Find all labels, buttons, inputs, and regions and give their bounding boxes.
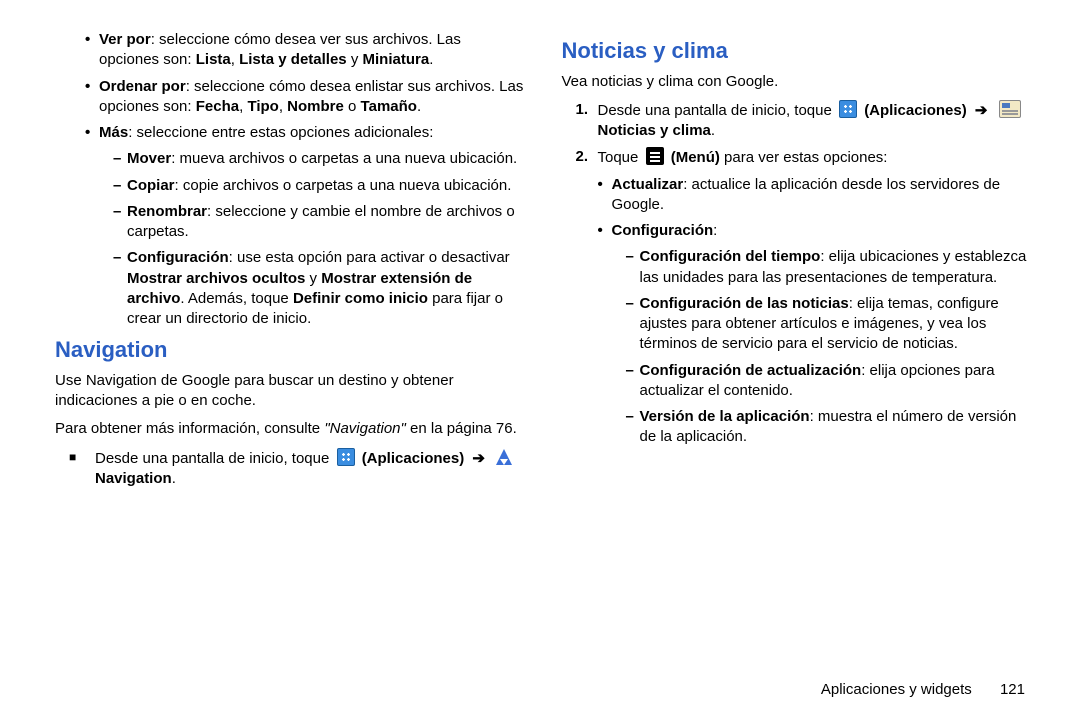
step-number: 1. bbox=[576, 100, 589, 120]
list-item: Renombrar: seleccione y cambie el nombre… bbox=[113, 202, 524, 243]
navigation-heading: Navigation bbox=[55, 335, 524, 365]
list-item: Actualizar: actualice la aplicación desd… bbox=[598, 175, 1031, 216]
arrow-icon: ➔ bbox=[472, 449, 485, 469]
left-column: Ver por: seleccione cómo desea ver sus a… bbox=[55, 30, 524, 700]
noticias-intro: Vea noticias y clima con Google. bbox=[562, 72, 1031, 92]
mas-sublist: Mover: mueva archivos o carpetas a una n… bbox=[99, 149, 524, 329]
step-number: 2. bbox=[576, 147, 589, 167]
list-item: Configuración: use esta opción para acti… bbox=[113, 248, 524, 329]
right-column: Noticias y clima Vea noticias y clima co… bbox=[562, 30, 1031, 700]
manual-page: Ver por: seleccione cómo desea ver sus a… bbox=[0, 0, 1080, 720]
list-item: Versión de la aplicación: muestra el núm… bbox=[626, 407, 1031, 448]
navigation-desc: Use Navigation de Google para buscar un … bbox=[55, 371, 524, 412]
list-item: Mover: mueva archivos o carpetas a una n… bbox=[113, 149, 524, 169]
option-label: Ordenar por bbox=[99, 78, 186, 95]
navigation-steps: Desde una pantalla de inicio, toque (Apl… bbox=[55, 448, 524, 490]
news-weather-icon bbox=[999, 100, 1021, 118]
option-label: Más bbox=[99, 124, 128, 141]
navigation-icon bbox=[496, 449, 512, 465]
list-item: Ver por: seleccione cómo desea ver sus a… bbox=[85, 30, 524, 71]
noticias-steps: 1. Desde una pantalla de inicio, toque (… bbox=[562, 100, 1031, 448]
apps-icon bbox=[839, 100, 857, 118]
arrow-icon: ➔ bbox=[975, 101, 988, 121]
navigation-ref: Para obtener más información, consulte "… bbox=[55, 419, 524, 439]
list-item: Desde una pantalla de inicio, toque (Apl… bbox=[69, 448, 524, 490]
list-item: Configuración del tiempo: elija ubicacio… bbox=[626, 247, 1031, 288]
options-list: Ver por: seleccione cómo desea ver sus a… bbox=[55, 30, 524, 329]
menu-icon bbox=[646, 147, 664, 165]
list-item: 2. Toque (Menú) para ver estas opciones:… bbox=[576, 147, 1031, 447]
config-sublist: Configuración del tiempo: elija ubicacio… bbox=[612, 247, 1031, 447]
menu-options: Actualizar: actualice la aplicación desd… bbox=[598, 175, 1031, 448]
list-item: Configuración de actualización: elija op… bbox=[626, 361, 1031, 402]
list-item: Ordenar por: seleccione cómo desea enlis… bbox=[85, 77, 524, 118]
page-number: 121 bbox=[1000, 681, 1025, 698]
list-item: 1. Desde una pantalla de inicio, toque (… bbox=[576, 100, 1031, 142]
list-item: Configuración de las noticias: elija tem… bbox=[626, 294, 1031, 355]
apps-icon bbox=[337, 448, 355, 466]
page-footer: Aplicaciones y widgets 121 bbox=[821, 681, 1025, 698]
section-name: Aplicaciones y widgets bbox=[821, 681, 972, 698]
noticias-heading: Noticias y clima bbox=[562, 36, 1031, 66]
list-item: Copiar: copie archivos o carpetas a una … bbox=[113, 176, 524, 196]
list-item: Configuración: Configuración del tiempo:… bbox=[598, 221, 1031, 448]
option-label: Ver por bbox=[99, 31, 151, 48]
list-item: Más: seleccione entre estas opciones adi… bbox=[85, 123, 524, 329]
